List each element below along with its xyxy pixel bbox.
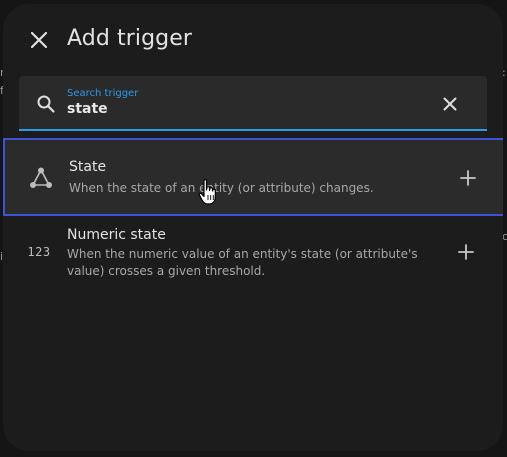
plus-icon — [458, 244, 474, 260]
search-icon — [37, 95, 55, 113]
close-button[interactable] — [25, 26, 53, 54]
dialog-header: Add trigger — [3, 4, 503, 76]
close-icon — [30, 31, 48, 49]
trigger-item-title: State — [69, 159, 107, 175]
plus-icon — [460, 170, 476, 186]
add-trigger-button[interactable] — [457, 167, 479, 189]
numeric-icon-text: 123 — [27, 245, 51, 259]
search-input[interactable]: state — [67, 101, 108, 117]
trigger-item-description: When the numeric value of an entity's st… — [67, 247, 418, 278]
search-label: Search trigger — [67, 88, 139, 99]
trigger-item-state[interactable]: State When the state of an entity (or at… — [3, 138, 503, 216]
numeric-icon: 123 — [25, 238, 53, 266]
trigger-item-description: When the state of an entity (or attribut… — [69, 181, 374, 195]
add-trigger-dialog: Add trigger Search trigger state State W… — [3, 4, 503, 451]
close-icon — [443, 97, 457, 111]
state-graph-icon — [27, 164, 55, 192]
trigger-item-title: Numeric state — [67, 227, 166, 243]
dialog-title: Add trigger — [67, 26, 192, 51]
search-field[interactable]: Search trigger state — [19, 76, 487, 131]
clear-search-button[interactable] — [439, 93, 461, 115]
add-trigger-button[interactable] — [455, 241, 477, 263]
trigger-item-numeric-state[interactable]: 123 Numeric state When the numeric value… — [3, 219, 503, 299]
